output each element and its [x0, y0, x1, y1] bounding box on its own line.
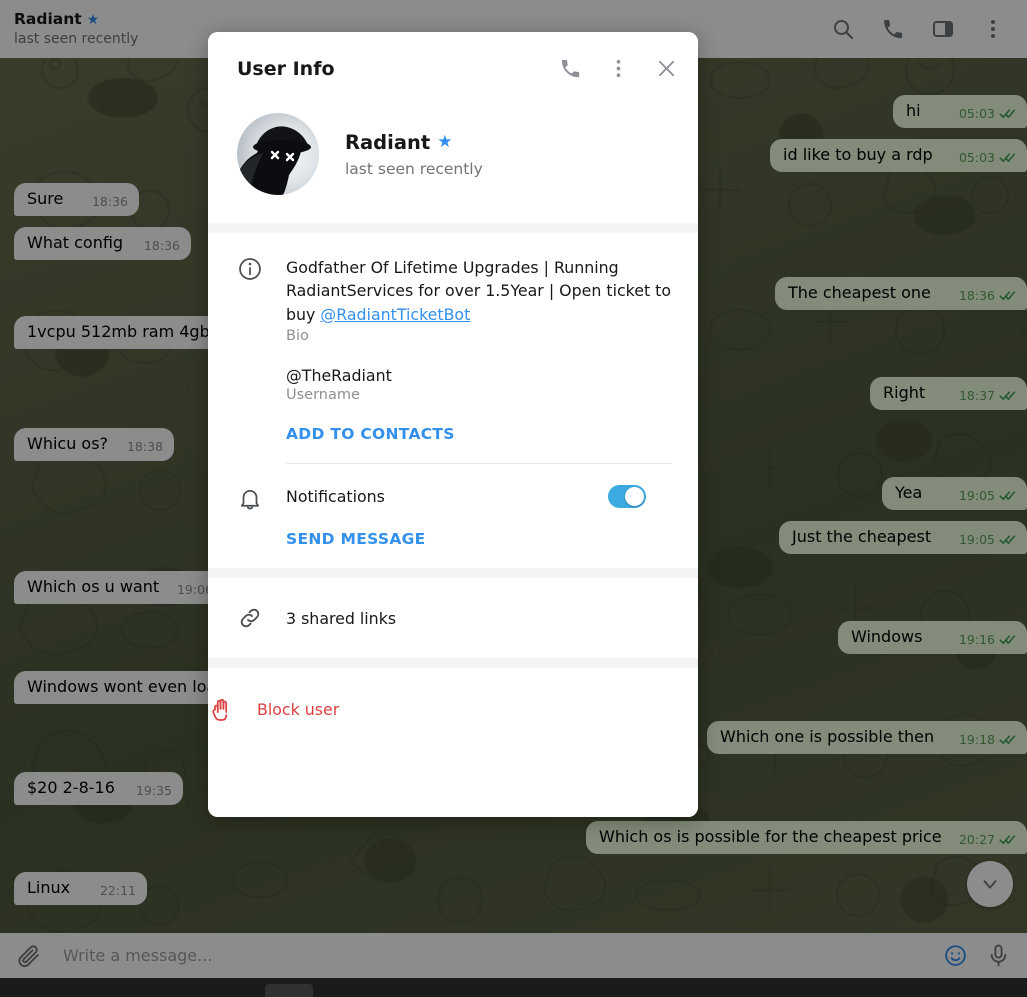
- bio-text: Godfather Of Lifetime Upgrades | Running…: [286, 256, 672, 326]
- bio-label: Bio: [286, 328, 309, 345]
- notifications-icon-cell: [237, 464, 286, 568]
- notifications-row: Notifications SEND MESSAGE: [208, 464, 698, 568]
- shared-links-section[interactable]: 3 shared links: [208, 578, 698, 659]
- profile-name-row: Radiant ★: [345, 131, 483, 154]
- close-icon[interactable]: [655, 57, 678, 80]
- shared-links-row[interactable]: 3 shared links: [208, 578, 698, 658]
- username-block: @TheRadiant Username: [286, 366, 672, 403]
- block-user-icon-cell: [208, 695, 257, 723]
- notifications-content: Notifications SEND MESSAGE: [286, 464, 698, 568]
- info-circle-icon: [239, 258, 261, 280]
- username-label: Username: [286, 387, 360, 404]
- shared-links-label: 3 shared links: [286, 608, 397, 628]
- username-value[interactable]: @TheRadiant: [286, 366, 672, 385]
- taskbar-window-item[interactable]: [265, 984, 313, 997]
- dialog-header: User Info: [208, 32, 698, 105]
- block-user-content: Block user: [257, 700, 698, 719]
- verified-star-icon: ★: [437, 131, 453, 152]
- stop-hand-icon: [212, 699, 228, 721]
- bio-row: Godfather Of Lifetime Upgrades | Running…: [208, 233, 698, 465]
- dark-silhouette-avatar-image: [237, 113, 319, 195]
- bell-icon: [240, 490, 260, 510]
- shared-links-icon-cell: [237, 578, 286, 658]
- bio-icon-cell: [237, 233, 286, 464]
- avatar[interactable]: [237, 113, 319, 195]
- phone-icon[interactable]: [559, 57, 582, 80]
- section-gap: [208, 568, 698, 579]
- profile-status: last seen recently: [345, 159, 483, 178]
- telegram-window: hi 05:03 id like to buy a rdp 05:03 Sure 18:3…: [0, 0, 1027, 997]
- add-to-contacts-button[interactable]: ADD TO CONTACTS: [286, 425, 672, 463]
- notifications-label: Notifications: [286, 487, 385, 507]
- notifications-toggle-row[interactable]: Notifications: [286, 464, 672, 509]
- os-taskbar: [0, 978, 1027, 997]
- dialog-title: User Info: [237, 57, 335, 80]
- send-message-button[interactable]: SEND MESSAGE: [286, 530, 672, 568]
- dialog-header-actions: [559, 57, 678, 80]
- profile-name: Radiant: [345, 130, 431, 154]
- toggle-knob: [625, 487, 644, 507]
- shared-links-content: 3 shared links: [286, 578, 698, 658]
- section-gap: [208, 658, 698, 669]
- link-icon: [240, 608, 260, 628]
- notifications-toggle[interactable]: [608, 485, 646, 509]
- block-user-label[interactable]: Block user: [257, 700, 672, 719]
- block-user-section[interactable]: Block user: [208, 668, 698, 817]
- bio-link-ticket-bot[interactable]: @RadiantTicketBot: [320, 305, 470, 324]
- more-vertical-icon[interactable]: [607, 57, 630, 80]
- section-gap: [208, 223, 698, 233]
- profile-name-block: Radiant ★ last seen recently: [345, 131, 483, 178]
- bio-content: Godfather Of Lifetime Upgrades | Running…: [286, 233, 698, 465]
- profile-summary: Radiant ★ last seen recently: [208, 105, 698, 223]
- user-info-dialog: User Info Radiant ★ last seen recently G…: [208, 32, 698, 817]
- block-user-row[interactable]: Block user: [208, 668, 698, 750]
- info-section: Godfather Of Lifetime Upgrades | Running…: [208, 233, 698, 569]
